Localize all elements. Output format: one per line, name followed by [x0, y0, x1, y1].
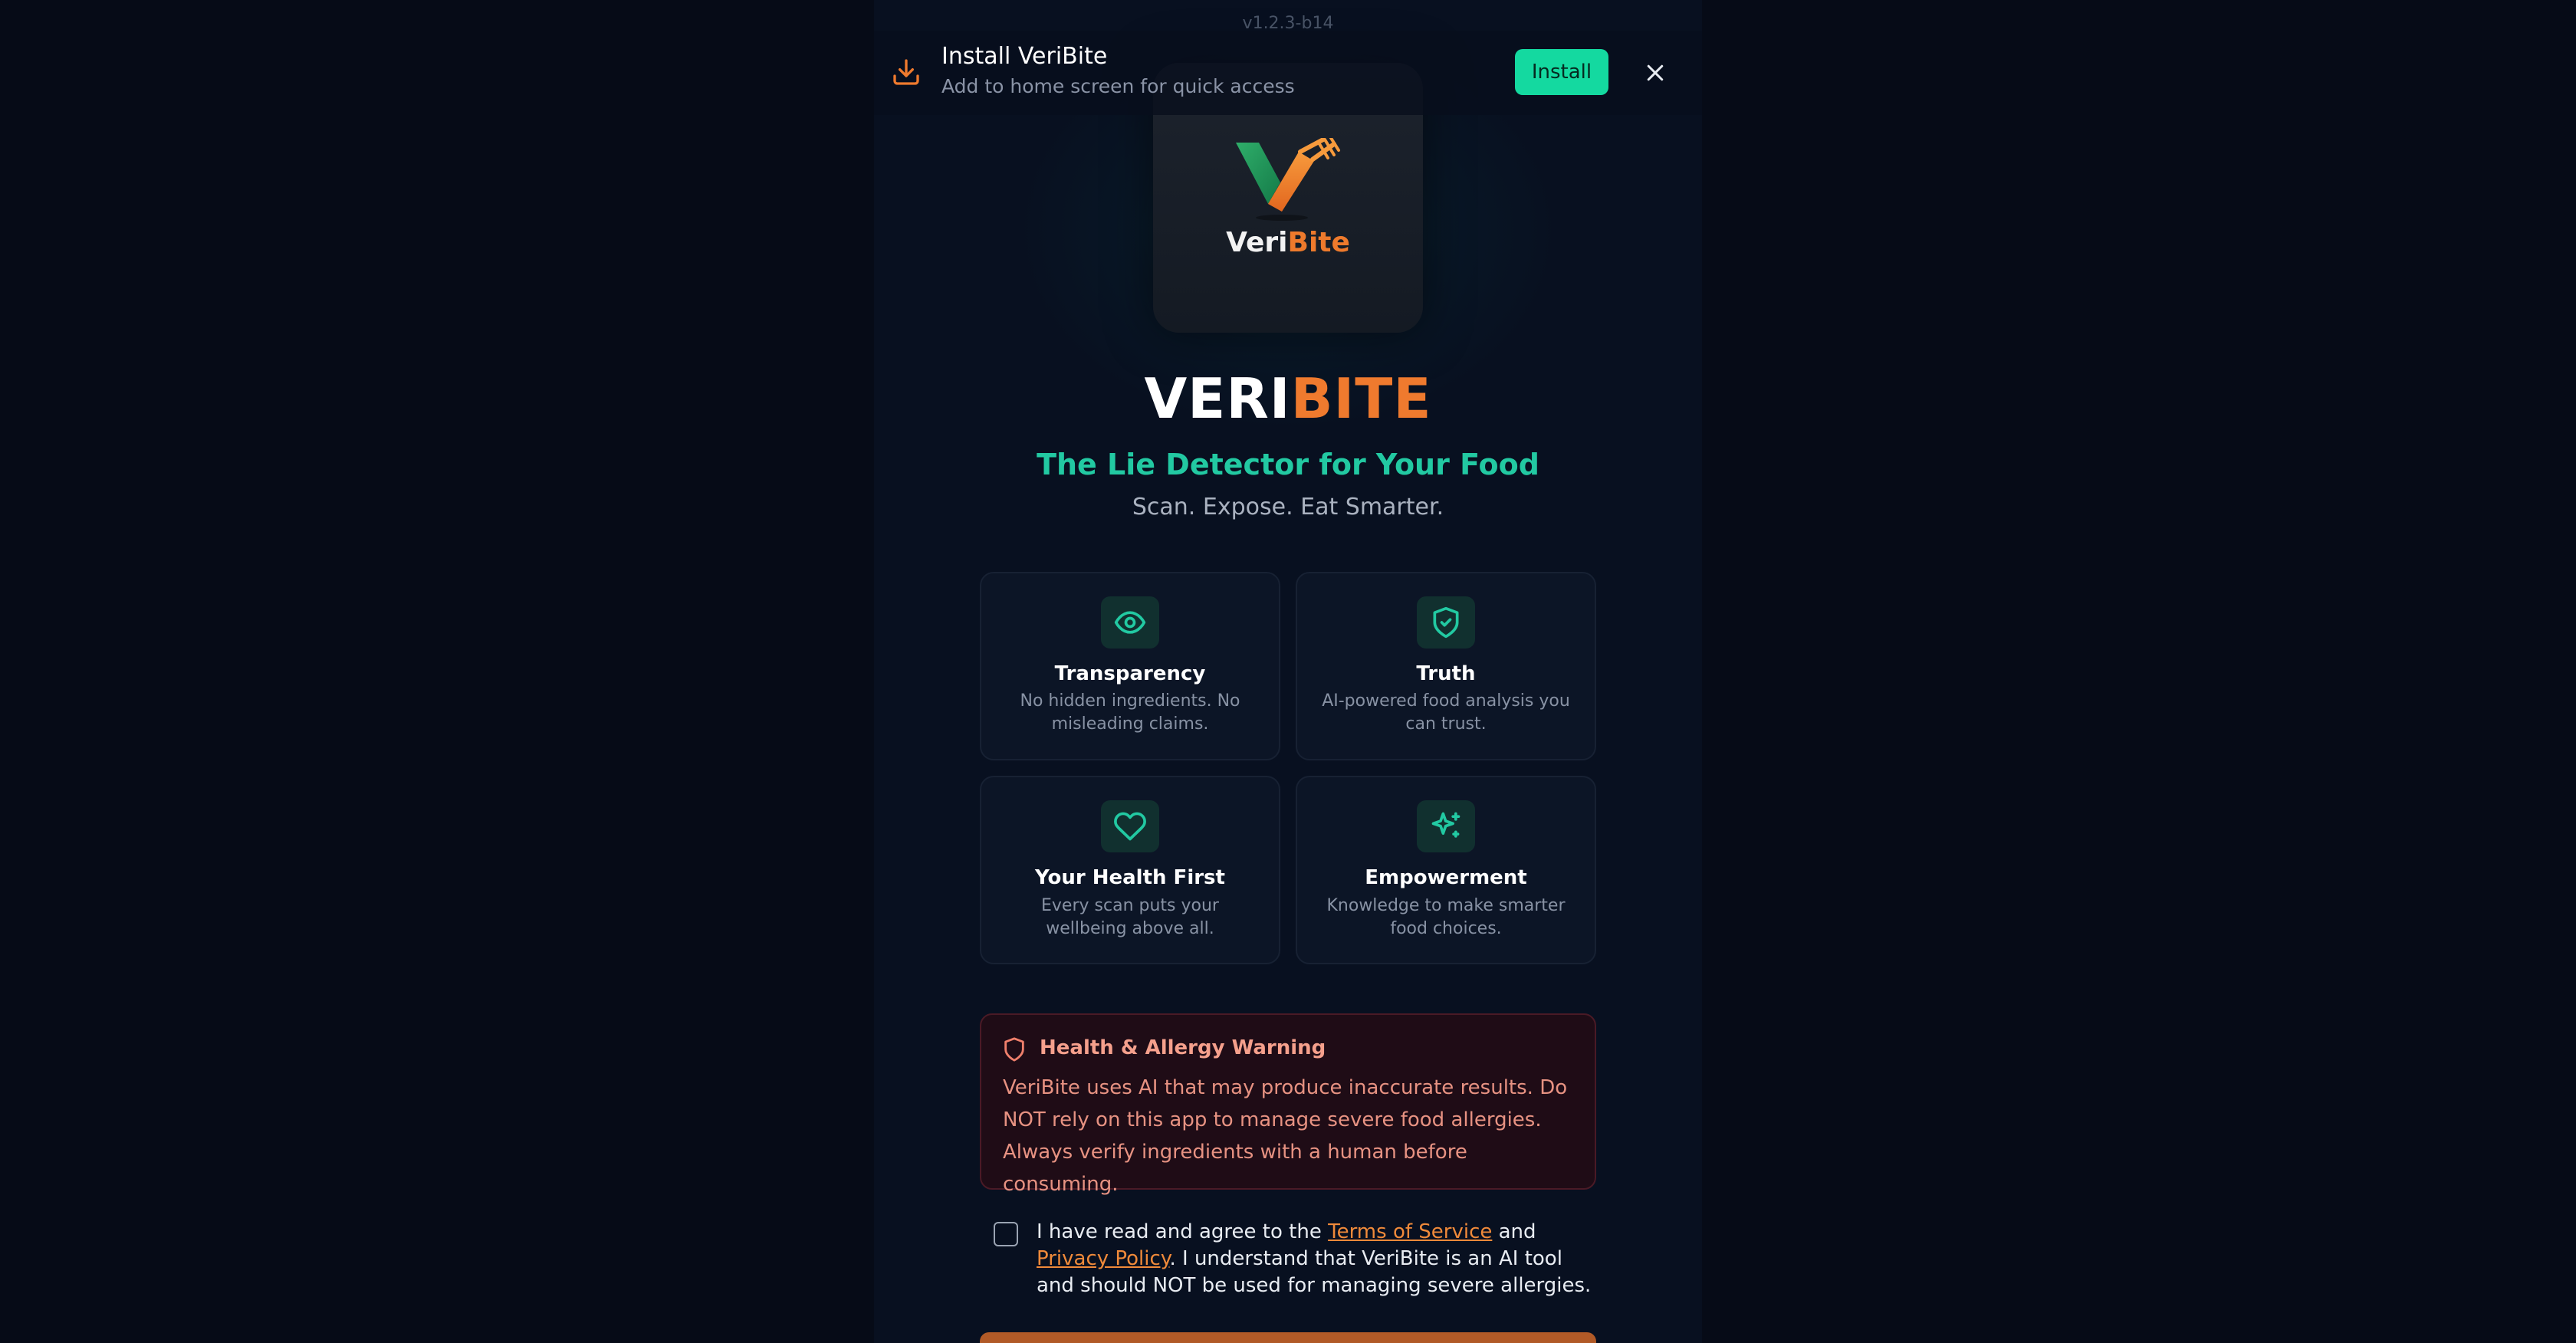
feature-title: Truth	[1416, 662, 1476, 685]
eye-icon	[1114, 611, 1146, 634]
veribite-logo-icon	[1236, 138, 1340, 221]
install-button[interactable]: Install	[1515, 49, 1608, 95]
warning-body: VeriBite uses AI that may produce inaccu…	[1003, 1076, 1568, 1196]
onboarding-page: v1.2.3-b14 VeriBite Install VeriBite Add…	[0, 0, 2576, 1343]
feature-desc: Knowledge to make smarter food choices.	[1326, 896, 1566, 938]
download-icon	[893, 59, 919, 85]
app-title: VERIBITE	[874, 366, 1702, 431]
heart-icon	[1114, 812, 1146, 841]
feature-title: Your Health First	[1035, 866, 1225, 889]
feature-icon-box	[1101, 800, 1159, 852]
tagline: The Lie Detector for Your Food	[1037, 448, 1539, 481]
agree-checkbox[interactable]	[994, 1222, 1018, 1246]
install-banner-subtitle: Add to home screen for quick access	[941, 75, 1295, 97]
agreement-text: I have read and agree to the Terms of Se…	[1037, 1219, 1593, 1299]
app-title-bite: BITE	[1290, 366, 1432, 431]
terms-of-service-link[interactable]: Terms of Service	[1328, 1220, 1492, 1243]
logo-wordmark: VeriBite	[1153, 227, 1423, 258]
feature-desc: Every scan puts your wellbeing above all…	[1041, 896, 1219, 938]
warning-title: Health & Allergy Warning	[1040, 1036, 1326, 1059]
continue-button[interactable]	[980, 1332, 1596, 1343]
feature-icon-box	[1101, 596, 1159, 649]
feature-title: Transparency	[1054, 662, 1206, 685]
sub-tagline: Scan. Expose. Eat Smarter.	[1132, 494, 1444, 520]
feature-desc: AI-powered food analysis you can trust.	[1322, 691, 1570, 734]
sparkles-icon	[1431, 812, 1460, 838]
feature-title: Empowerment	[1365, 866, 1527, 889]
install-banner-title: Install VeriBite	[941, 43, 1108, 70]
feature-desc: No hidden ingredients. No misleading cla…	[1020, 691, 1240, 734]
feature-icon-box	[1417, 800, 1475, 852]
shield-check-icon	[1433, 606, 1459, 639]
feature-icon-box	[1417, 596, 1475, 649]
agreement-prefix: I have read and agree to the	[1037, 1220, 1329, 1243]
app-title-veri: VERI	[1144, 366, 1291, 431]
agreement-and: and	[1492, 1220, 1536, 1243]
shield-icon	[1004, 1037, 1024, 1062]
close-icon[interactable]	[1644, 61, 1667, 84]
logo-word-bite: Bite	[1287, 227, 1350, 258]
privacy-policy-link[interactable]: Privacy Policy	[1037, 1247, 1169, 1270]
logo-word-veri: Veri	[1226, 227, 1288, 258]
